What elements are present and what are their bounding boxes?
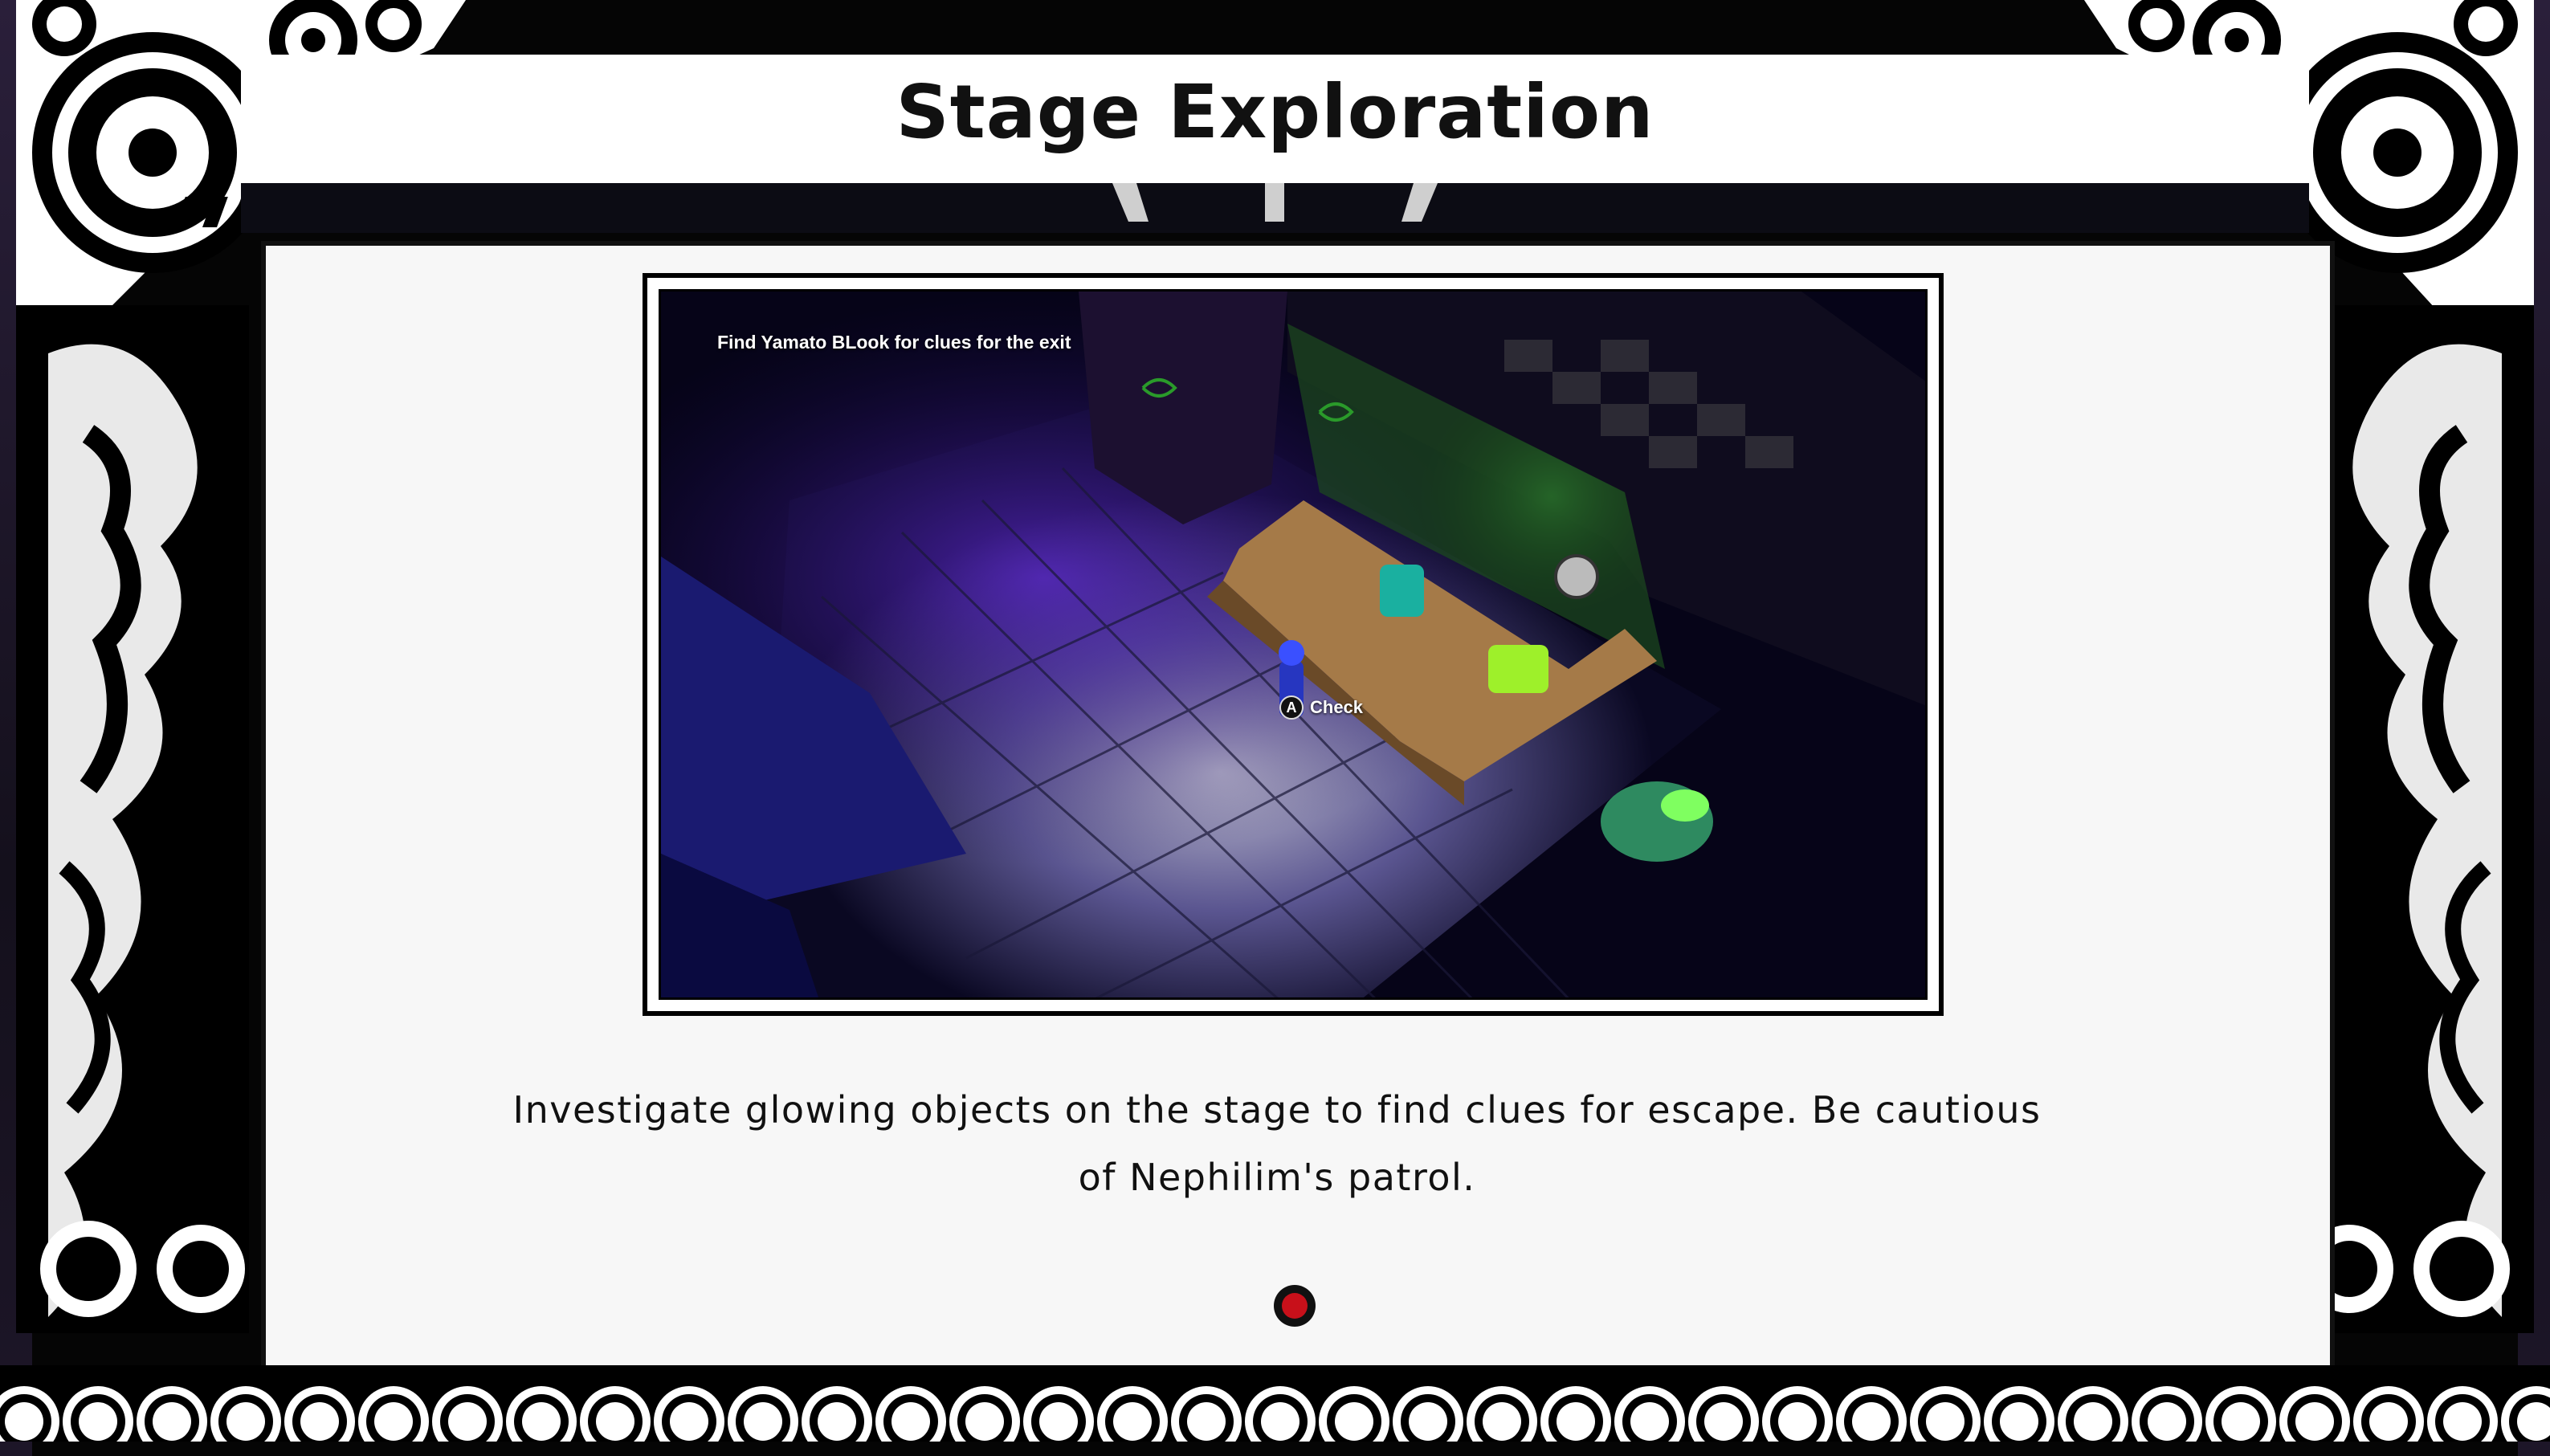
objective-text: Find Yamato BLook for clues for the exit bbox=[717, 332, 1071, 353]
page-title: Stage Exploration bbox=[896, 69, 1654, 155]
a-button-icon: A bbox=[1279, 695, 1304, 720]
ring-pattern-icon bbox=[0, 1386, 2550, 1456]
page-dot-current[interactable] bbox=[1274, 1285, 1316, 1327]
header-underbar bbox=[241, 183, 2309, 233]
description-line-1: Investigate glowing objects on the stage… bbox=[512, 1088, 2042, 1132]
bottom-ornament-band bbox=[0, 1365, 2550, 1456]
gameplay-screenshot-image: Find Yamato BLook for clues for the exit… bbox=[659, 289, 1928, 1000]
header-notch-marks-icon bbox=[1112, 183, 1438, 222]
pagination-dots bbox=[1274, 1285, 1316, 1327]
description-line-2: of Nephilim's patrol. bbox=[1078, 1156, 1476, 1199]
right-side-artwork-icon bbox=[2301, 305, 2534, 1333]
interact-prompt: A Check bbox=[1279, 695, 1363, 720]
gameplay-screenshot: Find Yamato BLook for clues for the exit… bbox=[643, 273, 1944, 1016]
tutorial-description: Investigate glowing objects on the stage… bbox=[450, 1076, 2104, 1211]
interact-prompt-label: Check bbox=[1310, 697, 1364, 717]
left-side-artwork-icon bbox=[16, 305, 249, 1333]
game-scene-illustration-icon bbox=[661, 292, 1925, 997]
